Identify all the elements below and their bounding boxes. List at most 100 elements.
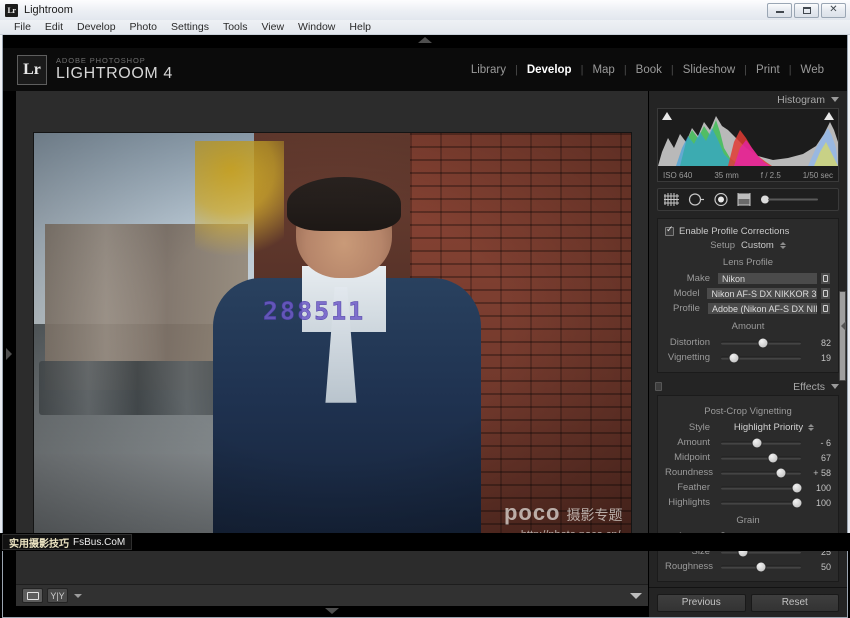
vignetting-slider-row: Vignetting 19 (665, 350, 831, 365)
reset-button[interactable]: Reset (751, 594, 840, 612)
center-toolbar: Y|Y (16, 584, 648, 606)
photo-cars-region (39, 361, 236, 415)
chevron-left-icon[interactable] (6, 348, 12, 360)
grain-roughness-slider[interactable] (721, 561, 801, 572)
chevron-up-icon[interactable] (418, 37, 432, 43)
vignette-roundness-row: Roundness + 58 (665, 465, 831, 480)
vignette-midpoint-slider[interactable] (721, 452, 801, 463)
menu-help[interactable]: Help (342, 20, 378, 35)
photo-preview[interactable]: 288511 poco 摄影专题 http://photo.poco.cn/ (34, 133, 631, 548)
vignetting-label: Vignetting (665, 352, 717, 363)
lens-profile-select[interactable]: Adobe (Nikon AF-S DX NIKKO... (707, 302, 818, 315)
lens-make-select[interactable]: Nikon (717, 272, 818, 285)
red-eye-icon[interactable] (714, 193, 728, 206)
filmstrip-collapse-bar[interactable] (16, 606, 648, 617)
crop-overlay-icon[interactable] (664, 193, 679, 206)
minimize-button[interactable] (767, 3, 792, 18)
vignette-highlights-slider[interactable] (721, 497, 801, 508)
toolbar-options-caret-icon[interactable] (630, 593, 642, 599)
vignette-style-value[interactable]: Highlight Priority (717, 422, 831, 433)
window-title: Lightroom (24, 4, 73, 16)
lens-profile-dropdown-icon[interactable] (820, 302, 831, 315)
lens-make-dropdown-icon[interactable] (820, 272, 831, 285)
vignette-feather-label: Feather (665, 482, 717, 493)
enable-profile-corrections-checkbox[interactable] (665, 227, 674, 236)
photo-flowers-region (195, 141, 285, 282)
module-slideshow[interactable]: Slideshow (674, 64, 744, 76)
vignette-feather-row: Feather 100 (665, 480, 831, 495)
lens-profile-heading: Lens Profile (665, 257, 831, 268)
close-button[interactable]: ✕ (821, 3, 846, 18)
vignette-roundness-label: Roundness (665, 467, 717, 478)
effects-section: Post-Crop Vignetting Style Highlight Pri… (657, 395, 839, 582)
loupe-view-button[interactable] (22, 588, 43, 603)
menu-file[interactable]: File (7, 20, 38, 35)
menu-edit[interactable]: Edit (38, 20, 70, 35)
vignette-feather-slider[interactable] (721, 482, 801, 493)
setup-label: Setup (710, 240, 735, 251)
maximize-button[interactable] (794, 3, 819, 18)
histogram-panel-header[interactable]: Histogram (649, 91, 847, 108)
photo-subject-hair (287, 177, 400, 231)
vignette-midpoint-label: Midpoint (665, 452, 717, 463)
top-panel-collapse-bar[interactable] (3, 35, 847, 48)
spot-removal-icon[interactable] (688, 193, 705, 206)
adjustment-brush-icon[interactable] (760, 194, 820, 205)
lens-model-select[interactable]: Nikon AF-S DX NIKKOR 35mm... (706, 287, 818, 300)
chevron-down-icon[interactable] (831, 384, 839, 389)
previous-button[interactable]: Previous (657, 594, 746, 612)
distortion-slider[interactable] (721, 337, 801, 348)
module-develop[interactable]: Develop (518, 64, 581, 76)
lens-model-label: Model (665, 288, 706, 299)
lens-model-dropdown-icon[interactable] (820, 287, 831, 300)
post-crop-vignetting-heading: Post-Crop Vignetting (665, 406, 831, 417)
graduated-filter-icon[interactable] (737, 193, 751, 206)
enable-profile-corrections-row[interactable]: Enable Profile Corrections (665, 224, 831, 238)
vignette-amount-slider[interactable] (721, 437, 801, 448)
chevron-down-icon[interactable] (831, 97, 839, 102)
chevron-right-icon[interactable] (841, 321, 846, 331)
setup-value[interactable]: Custom (741, 240, 774, 251)
vignette-style-stepper-icon[interactable] (808, 424, 814, 431)
module-map[interactable]: Map (583, 64, 623, 76)
menu-tools[interactable]: Tools (216, 20, 255, 35)
histogram-graph[interactable]: ISO 640 35 mm f / 2.5 1/50 sec (657, 108, 839, 182)
menu-window[interactable]: Window (291, 20, 342, 35)
module-print[interactable]: Print (747, 64, 789, 76)
effects-panel-switch[interactable] (655, 382, 662, 391)
lens-profile-row: Profile Adobe (Nikon AF-S DX NIKKO... (665, 301, 831, 316)
develop-tool-strip (657, 188, 839, 211)
vignette-midpoint-row: Midpoint 67 (665, 450, 831, 465)
right-panel-scrollbar[interactable] (839, 291, 846, 381)
menu-view[interactable]: View (254, 20, 291, 35)
photo-poco-watermark: poco 摄影专题 (504, 500, 623, 526)
histogram-iso: ISO 640 (663, 171, 692, 180)
menu-develop[interactable]: Develop (70, 20, 123, 35)
vignette-amount-label: Amount (665, 437, 717, 448)
menu-photo[interactable]: Photo (123, 20, 164, 35)
module-library[interactable]: Library (462, 64, 515, 76)
effects-panel-header[interactable]: Effects (649, 378, 847, 395)
app-identity-header: Lr ADOBE PHOTOSHOP LIGHTROOM 4 Library |… (3, 48, 847, 91)
minimize-icon (776, 11, 784, 13)
right-panel-scroll: Histogram (649, 91, 847, 587)
compare-view-button[interactable]: Y|Y (47, 588, 68, 603)
lens-profile-label: Profile (665, 303, 707, 314)
window-titlebar: Lr Lightroom ✕ (0, 0, 850, 20)
lens-corrections-section: Enable Profile Corrections Setup Custom … (657, 218, 839, 373)
taskbar-item[interactable]: 实用摄影技巧 FsBus.CoM (2, 534, 132, 550)
module-web[interactable]: Web (792, 64, 833, 76)
image-canvas[interactable]: 288511 poco 摄影专题 http://photo.poco.cn/ (16, 91, 648, 584)
setup-row[interactable]: Setup Custom (665, 238, 831, 252)
chevron-down-icon[interactable] (74, 594, 82, 598)
vignetting-slider[interactable] (721, 352, 801, 363)
vignette-midpoint-value: 67 (805, 453, 831, 463)
menu-settings[interactable]: Settings (164, 20, 216, 35)
module-book[interactable]: Book (627, 64, 671, 76)
grain-roughness-label: Roughness (665, 561, 717, 572)
vignette-roundness-slider[interactable] (721, 467, 801, 478)
setup-stepper-icon[interactable] (780, 242, 786, 249)
vignetting-value: 19 (805, 353, 831, 363)
histogram-curves (658, 108, 838, 166)
chevron-down-filmstrip-icon[interactable] (325, 608, 339, 614)
